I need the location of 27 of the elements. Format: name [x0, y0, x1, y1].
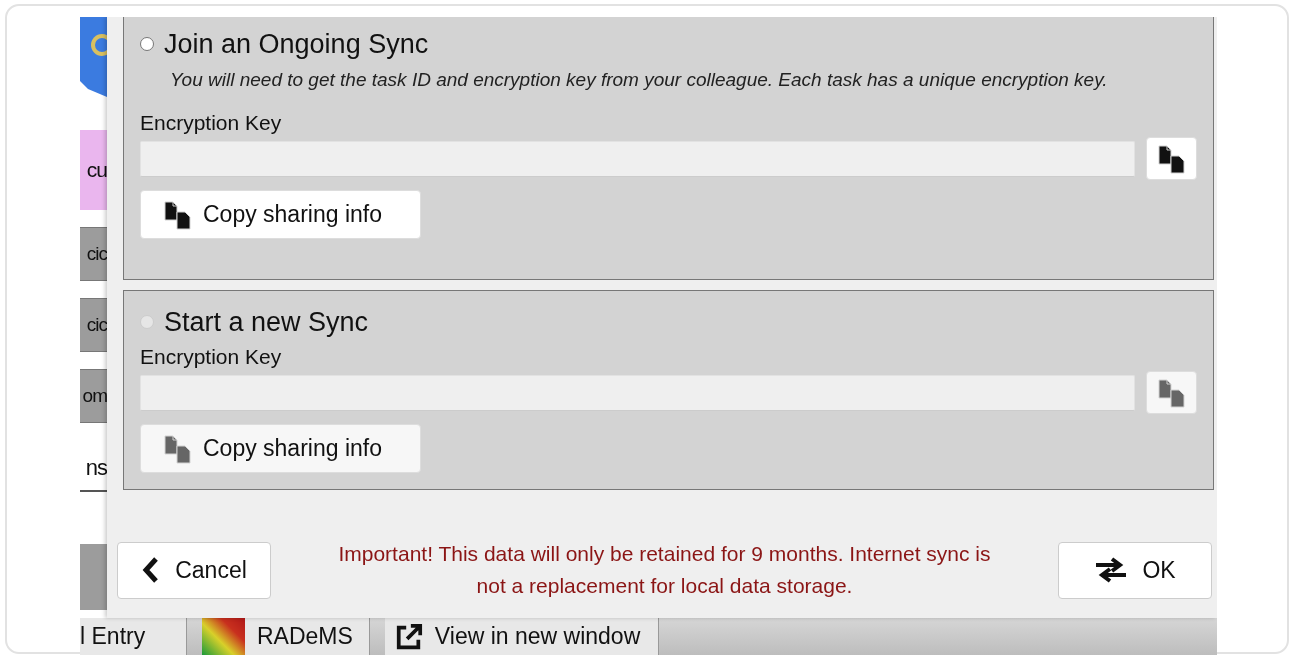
encryption-key-field[interactable] — [140, 140, 1135, 177]
copy-icon — [1156, 143, 1187, 174]
side-item: cic — [80, 298, 107, 352]
ok-button[interactable]: OK — [1058, 541, 1212, 599]
side-item: cu — [80, 130, 107, 210]
copy-icon — [163, 199, 193, 230]
section-title: Join an Ongoing Sync — [164, 28, 429, 60]
instruction-text: You will need to get the task ID and encryption key from your colleague. Each task has a unique encryption key. — [169, 69, 1109, 91]
paste-button[interactable] — [1146, 137, 1197, 180]
warning-message: Important! This data will only be retained for 9 months. Internet sync is not a replacement for local data storage. — [337, 541, 992, 599]
external-link-icon — [394, 622, 423, 651]
side-panel — [80, 544, 107, 610]
field-label: Encryption Key — [140, 111, 283, 136]
copy-icon — [163, 433, 193, 464]
side-item: cic — [80, 227, 107, 281]
copy-sharing-button[interactable]: Copy sharing info — [140, 190, 421, 239]
gradient-icon — [202, 618, 245, 655]
section-title: Start a new Sync — [164, 306, 369, 338]
radio-button[interactable] — [140, 37, 154, 51]
toolbar-tab[interactable]: View in new window — [384, 618, 660, 655]
side-item: om — [80, 369, 107, 423]
field-label: Encryption Key — [140, 345, 283, 370]
cancel-button[interactable]: Cancel — [117, 541, 271, 599]
toolbar-tab[interactable]: l Entry — [80, 618, 187, 655]
toolbar-tab[interactable]: RADeMS — [202, 618, 370, 655]
swap-arrows-icon — [1094, 557, 1129, 583]
copy-icon — [1156, 377, 1187, 408]
